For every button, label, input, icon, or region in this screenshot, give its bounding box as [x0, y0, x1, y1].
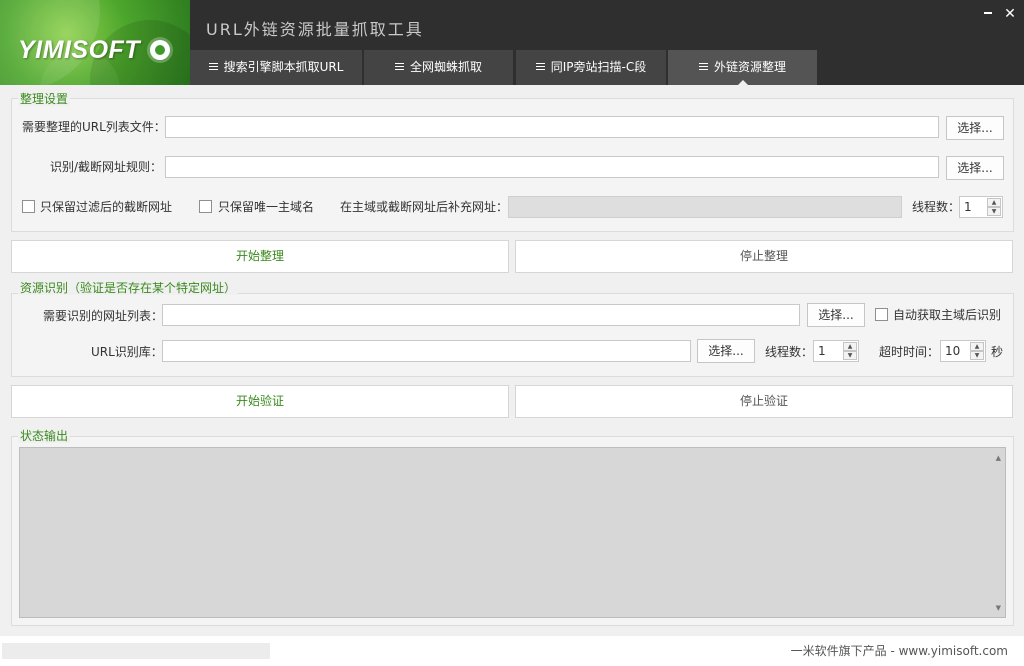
tab-same-ip[interactable]: 同IP旁站扫描-C段 — [516, 50, 666, 85]
spin-down-icon[interactable]: ▼ — [987, 207, 1001, 216]
identify-threads-spinner[interactable]: 1 ▲ ▼ — [813, 340, 859, 362]
url-list-file-input[interactable] — [165, 116, 939, 138]
logo-text: YIMISOFT — [18, 36, 141, 64]
status-bar: 一米软件旗下产品 - www.yimisoft.com — [0, 636, 1024, 666]
tab-link-organize[interactable]: 外链资源整理 — [668, 50, 817, 85]
organize-threads-label: 线程数： — [912, 200, 961, 214]
stop-organize-button[interactable]: 停止整理 — [515, 240, 1013, 273]
keep-filtered-label: 只保留过滤后的截断网址 — [40, 200, 173, 214]
url-library-label: URL识别库： — [91, 345, 163, 359]
timeout-label: 超时时间： — [879, 345, 940, 359]
status-group-title: 状态输出 — [18, 429, 71, 443]
spin-up-icon[interactable]: ▲ — [970, 342, 984, 351]
timeout-value: 10 — [945, 344, 961, 358]
tab-label: 外链资源整理 — [713, 60, 786, 74]
status-bar-segment — [2, 643, 270, 659]
app-title: URL外链资源批量抓取工具 — [206, 20, 424, 39]
identify-list-label: 需要识别的网址列表： — [43, 309, 164, 323]
organize-group-title: 整理设置 — [18, 92, 71, 106]
identify-list-input[interactable] — [162, 304, 800, 326]
start-organize-button[interactable]: 开始整理 — [11, 240, 509, 273]
tab-label: 全网蜘蛛抓取 — [409, 60, 482, 74]
status-output-textarea[interactable]: ▲ ▼ — [19, 447, 1006, 618]
logo-ball-icon — [150, 40, 170, 60]
tab-spider[interactable]: 全网蜘蛛抓取 — [364, 50, 513, 85]
scroll-down-icon[interactable]: ▼ — [996, 604, 1001, 612]
timeout-unit: 秒 — [991, 345, 1004, 359]
select-url-list-button[interactable]: 选择... — [946, 116, 1004, 140]
close-button[interactable]: ✕ — [1002, 6, 1018, 22]
yimisoft-logo: YIMISOFT — [0, 0, 190, 85]
timeout-spinner[interactable]: 10 ▲ ▼ — [940, 340, 986, 362]
keep-unique-label: 只保留唯一主域名 — [218, 200, 315, 214]
scroll-up-icon[interactable]: ▲ — [996, 454, 1001, 462]
keep-filtered-checkbox[interactable] — [22, 200, 35, 213]
footer-credit: 一米软件旗下产品 - www.yimisoft.com — [790, 644, 1008, 658]
tab-label: 搜索引擎脚本抓取URL — [223, 60, 344, 74]
menu-icon — [535, 63, 545, 70]
stop-verify-button[interactable]: 停止验证 — [515, 385, 1013, 418]
spin-up-icon[interactable]: ▲ — [987, 198, 1001, 207]
rule-input[interactable] — [165, 156, 939, 178]
organize-threads-spinner[interactable]: 1 ▲ ▼ — [959, 196, 1003, 218]
url-library-input[interactable] — [162, 340, 691, 362]
tab-search-engine[interactable]: 搜索引擎脚本抓取URL — [190, 50, 362, 85]
menu-icon — [394, 63, 404, 70]
suffix-input[interactable] — [508, 196, 902, 218]
menu-icon — [698, 63, 708, 70]
start-verify-button[interactable]: 开始验证 — [11, 385, 509, 418]
minimize-button[interactable] — [980, 6, 996, 22]
select-rule-button[interactable]: 选择... — [946, 156, 1004, 180]
menu-icon — [208, 63, 218, 70]
organize-threads-value: 1 — [964, 200, 972, 214]
spin-down-icon[interactable]: ▼ — [970, 351, 984, 360]
identify-group-title: 资源识别（验证是否存在某个特定网址） — [18, 281, 239, 295]
url-list-file-label: 需要整理的URL列表文件： — [22, 120, 166, 134]
identify-threads-label: 线程数： — [765, 345, 814, 359]
tab-label: 同IP旁站扫描-C段 — [550, 60, 647, 74]
active-tab-pointer — [737, 80, 748, 85]
suffix-label: 在主域或截断网址后补充网址： — [340, 200, 509, 214]
minimize-icon — [984, 11, 992, 14]
auto-main-domain-checkbox[interactable] — [875, 308, 888, 321]
spin-down-icon[interactable]: ▼ — [843, 351, 857, 360]
select-identify-list-button[interactable]: 选择... — [807, 303, 865, 327]
auto-main-domain-label: 自动获取主域后识别 — [893, 308, 1002, 322]
keep-unique-checkbox[interactable] — [199, 200, 212, 213]
select-url-library-button[interactable]: 选择... — [697, 339, 755, 363]
rule-label: 识别/截断网址规则： — [50, 160, 163, 174]
identify-threads-value: 1 — [818, 344, 826, 358]
close-icon: ✕ — [1004, 6, 1016, 22]
title-bar: YIMISOFT URL外链资源批量抓取工具 ✕ 搜索引擎脚本抓取URL 全网蜘… — [0, 0, 1024, 85]
spin-up-icon[interactable]: ▲ — [843, 342, 857, 351]
